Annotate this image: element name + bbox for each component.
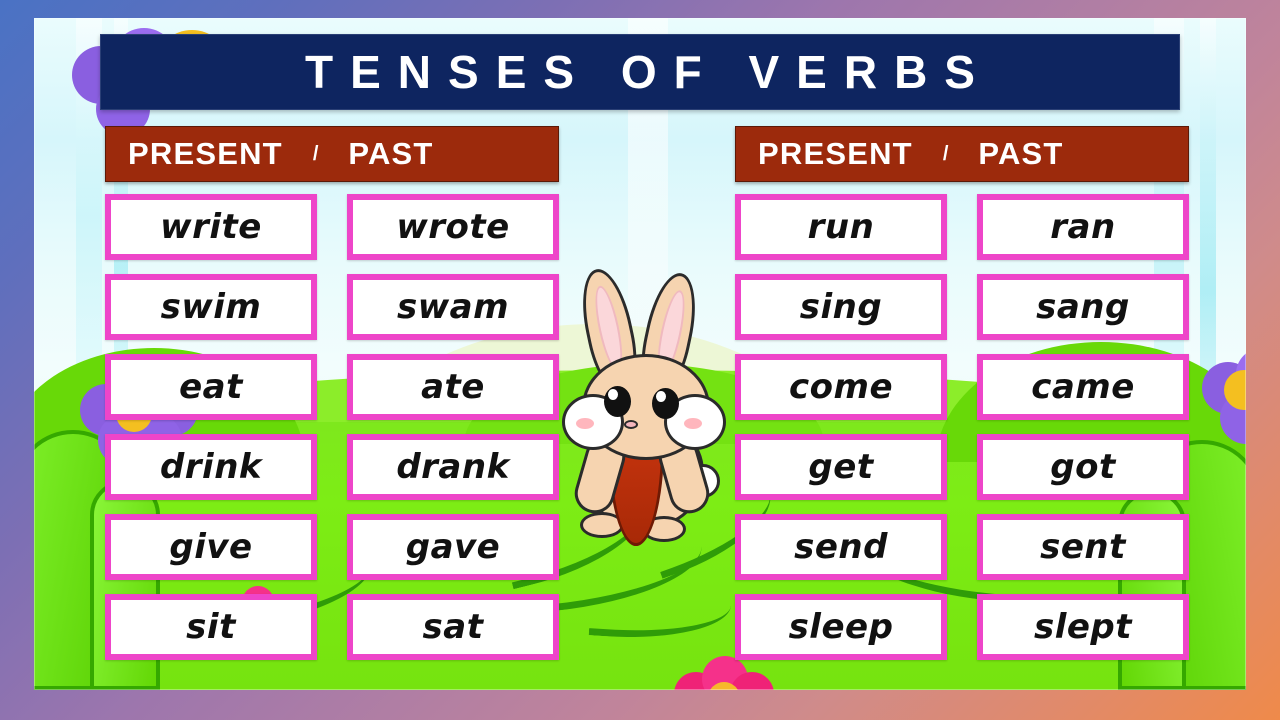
verb-text: got <box>1050 447 1116 487</box>
verb-text: wrote <box>396 207 510 247</box>
verb-rows-right: run ran sing sang come came get got send… <box>735 194 1189 660</box>
verb-card-past[interactable]: gave <box>347 514 559 580</box>
poster-title-bar: TENSES OF VERBS <box>100 34 1180 110</box>
verb-card-present[interactable]: come <box>735 354 947 420</box>
verb-card-present[interactable]: swim <box>105 274 317 340</box>
table-row: sing sang <box>735 274 1189 340</box>
verb-text: ate <box>421 367 485 407</box>
verb-text: slept <box>1033 607 1133 647</box>
verb-card-past[interactable]: came <box>977 354 1189 420</box>
verb-card-past[interactable]: swam <box>347 274 559 340</box>
verb-text: gave <box>405 527 501 567</box>
verb-card-present[interactable]: get <box>735 434 947 500</box>
table-row: run ran <box>735 194 1189 260</box>
verb-text: swam <box>396 287 510 327</box>
column-header-present: PRESENT <box>128 136 283 171</box>
table-row: send sent <box>735 514 1189 580</box>
verb-text: give <box>169 527 253 567</box>
verb-card-present[interactable]: eat <box>105 354 317 420</box>
bunny-nose <box>624 420 638 429</box>
bunny-eye-right <box>652 388 679 419</box>
verb-card-past[interactable]: ran <box>977 194 1189 260</box>
column-header-present: PRESENT <box>758 136 913 171</box>
verb-card-present[interactable]: give <box>105 514 317 580</box>
verb-text: drank <box>396 447 510 487</box>
verb-card-present[interactable]: sit <box>105 594 317 660</box>
table-row: come came <box>735 354 1189 420</box>
bunny-blush-left <box>576 418 594 429</box>
verb-text: swim <box>160 287 262 327</box>
header-separator: / <box>312 142 319 165</box>
column-header-past: PAST <box>978 136 1064 171</box>
table-row: give gave <box>105 514 559 580</box>
verb-text: get <box>808 447 874 487</box>
verb-card-present[interactable]: sleep <box>735 594 947 660</box>
verb-text: write <box>160 207 262 247</box>
verb-rows-left: write wrote swim swam eat ate drink dran… <box>105 194 559 660</box>
verb-text: came <box>1031 367 1135 407</box>
verb-card-past[interactable]: ate <box>347 354 559 420</box>
verb-card-present[interactable]: send <box>735 514 947 580</box>
table-row: drink drank <box>105 434 559 500</box>
table-row: eat ate <box>105 354 559 420</box>
bunny-eye-left <box>604 386 631 417</box>
header-separator: / <box>942 142 949 165</box>
verb-text: sing <box>799 287 883 327</box>
verb-text: sang <box>1036 287 1130 327</box>
bunny-illustration <box>560 264 730 568</box>
verb-card-past[interactable]: got <box>977 434 1189 500</box>
verb-card-past[interactable]: sat <box>347 594 559 660</box>
verb-text: send <box>794 527 888 567</box>
verb-text: run <box>807 207 875 247</box>
bunny-blush-right <box>684 418 702 429</box>
table-row: sit sat <box>105 594 559 660</box>
verb-card-present[interactable]: sing <box>735 274 947 340</box>
verb-text: sleep <box>788 607 894 647</box>
table-row: get got <box>735 434 1189 500</box>
verb-card-present[interactable]: drink <box>105 434 317 500</box>
verb-card-present[interactable]: run <box>735 194 947 260</box>
verb-card-past[interactable]: wrote <box>347 194 559 260</box>
verb-text: drink <box>159 447 263 487</box>
table-header-left: PRESENT / PAST <box>105 126 559 182</box>
verb-table-left: PRESENT / PAST write wrote swim swam eat… <box>105 126 559 674</box>
table-row: write wrote <box>105 194 559 260</box>
verb-text: sent <box>1040 527 1126 567</box>
verb-text: eat <box>179 367 243 407</box>
table-row: sleep slept <box>735 594 1189 660</box>
verb-text: come <box>789 367 893 407</box>
table-row: swim swam <box>105 274 559 340</box>
poster-canvas: TENSES OF VERBS PRESENT / PAST write wro… <box>0 0 1280 720</box>
verb-text: sit <box>186 607 236 647</box>
column-header-past: PAST <box>348 136 434 171</box>
verb-card-past[interactable]: drank <box>347 434 559 500</box>
verb-card-present[interactable]: write <box>105 194 317 260</box>
verb-card-past[interactable]: sang <box>977 274 1189 340</box>
table-header-right: PRESENT / PAST <box>735 126 1189 182</box>
verb-table-right: PRESENT / PAST run ran sing sang come ca… <box>735 126 1189 674</box>
page-title: TENSES OF VERBS <box>305 46 992 98</box>
verb-card-past[interactable]: slept <box>977 594 1189 660</box>
verb-card-past[interactable]: sent <box>977 514 1189 580</box>
verb-text: sat <box>422 607 484 647</box>
verb-text: ran <box>1050 207 1116 247</box>
